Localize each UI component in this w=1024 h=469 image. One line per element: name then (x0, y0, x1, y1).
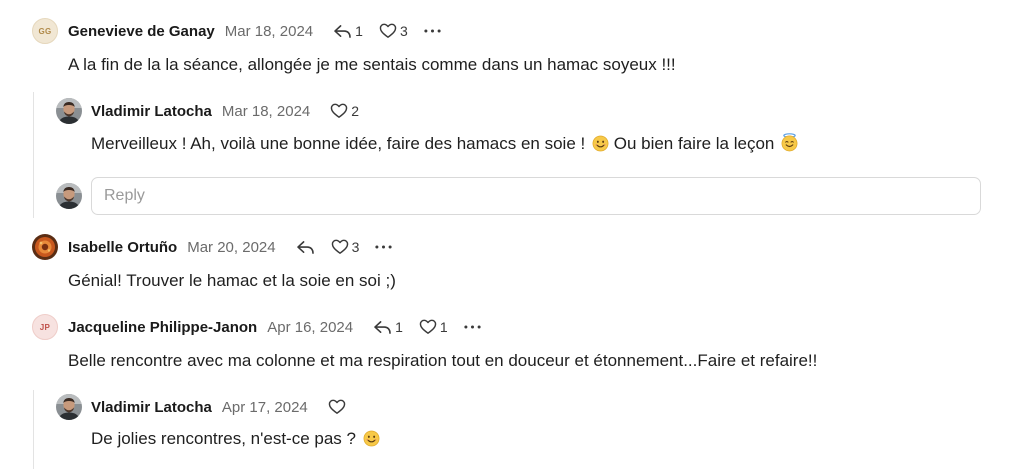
comment-text: Génial! Trouver le hamac et la soie en s… (68, 271, 396, 290)
like-button[interactable] (328, 399, 346, 415)
avatar[interactable]: GG (32, 18, 58, 44)
like-button[interactable]: 2 (330, 103, 359, 119)
comment-text: Belle rencontre avec ma colonne et ma re… (68, 351, 818, 370)
smiling-face-with-halo-emoji (781, 133, 798, 152)
reply-count: 1 (355, 23, 363, 39)
reply-arrow-icon (296, 240, 315, 255)
avatar[interactable] (32, 234, 58, 260)
like-count: 2 (351, 103, 360, 119)
like-button[interactable]: 1 (419, 319, 448, 335)
comment-text-line: Merveilleux ! Ah, voilà une bonne idée, … (91, 133, 798, 155)
more-button[interactable] (464, 325, 481, 329)
avatar-initials: GG (38, 26, 52, 36)
comment-date[interactable]: Apr 16, 2024 (267, 319, 353, 336)
more-button[interactable] (424, 29, 441, 33)
more-dots-icon (375, 245, 392, 249)
like-count: 1 (439, 319, 448, 335)
reply-arrow-icon (373, 320, 392, 335)
comment-author[interactable]: Vladimir Latocha (91, 399, 212, 416)
heart-icon (328, 399, 346, 415)
smiling-face-emoji (592, 135, 609, 152)
comment-author[interactable]: Jacqueline Philippe-Janon (68, 319, 257, 336)
reply-button[interactable]: 1 (373, 319, 403, 335)
comment-text: A la fin de la la séance, allongée je me… (68, 55, 676, 74)
comment-text: Merveilleux ! Ah, voilà une bonne idée, … (91, 134, 586, 153)
avatar-photo (32, 234, 58, 260)
smiling-face-emoji (363, 430, 380, 447)
reply-button[interactable]: 1 (333, 23, 363, 39)
heart-icon (330, 103, 348, 119)
more-dots-icon (424, 29, 441, 33)
avatar-photo (56, 394, 82, 420)
reply-input[interactable] (91, 177, 981, 215)
comment-author[interactable]: Genevieve de Ganay (68, 23, 215, 40)
comment-text-tail: Ou bien faire la leçon (613, 134, 775, 153)
like-count: 3 (399, 23, 408, 39)
heart-icon (331, 239, 349, 255)
reply-button[interactable] (296, 240, 315, 255)
more-button[interactable] (375, 245, 392, 249)
like-count: 3 (351, 239, 360, 255)
avatar (56, 183, 82, 209)
avatar-photo (56, 98, 82, 124)
avatar[interactable] (56, 394, 82, 420)
thread-line (33, 92, 34, 218)
comment-date[interactable]: Mar 20, 2024 (187, 239, 275, 256)
comment-date[interactable]: Mar 18, 2024 (225, 23, 313, 40)
avatar-initials: JP (39, 322, 51, 332)
comment-text: De jolies rencontres, n'est-ce pas ? (91, 429, 356, 448)
avatar-photo (56, 183, 82, 209)
comment-author[interactable]: Isabelle Ortuño (68, 239, 177, 256)
heart-icon (379, 23, 397, 39)
thread-line (33, 390, 34, 469)
avatar[interactable]: JP (32, 314, 58, 340)
comment-date[interactable]: Mar 18, 2024 (222, 103, 310, 120)
reply-count: 1 (395, 319, 403, 335)
comment-text-line: De jolies rencontres, n'est-ce pas ? (91, 428, 380, 450)
like-button[interactable]: 3 (379, 23, 408, 39)
more-dots-icon (464, 325, 481, 329)
comment-date[interactable]: Apr 17, 2024 (222, 399, 308, 416)
like-button[interactable]: 3 (331, 239, 360, 255)
heart-icon (419, 319, 437, 335)
reply-arrow-icon (333, 24, 352, 39)
avatar[interactable] (56, 98, 82, 124)
comment-author[interactable]: Vladimir Latocha (91, 103, 212, 120)
